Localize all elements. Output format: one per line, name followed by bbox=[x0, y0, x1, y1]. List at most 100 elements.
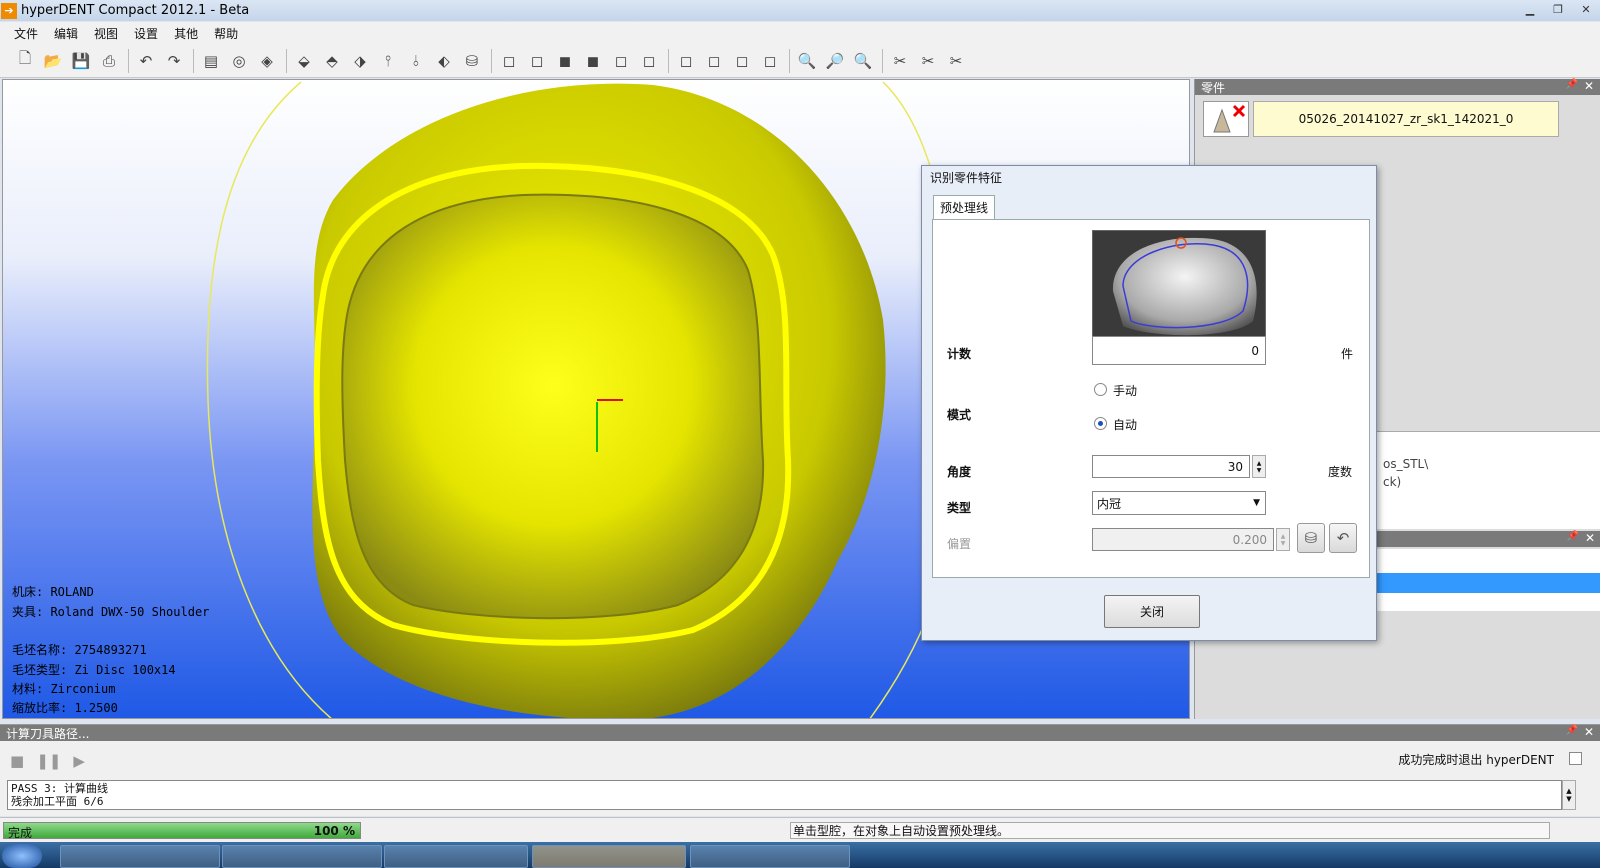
minimize-icon[interactable]: ▁ bbox=[1516, 0, 1544, 18]
new-file-icon[interactable]: 🗋 bbox=[12, 48, 38, 74]
menu-settings[interactable]: 设置 bbox=[126, 25, 166, 42]
undo-icon[interactable]: ↶ bbox=[133, 48, 159, 74]
zoom-fit-icon[interactable]: 🔎 bbox=[822, 48, 848, 74]
open-folder-icon[interactable]: 📂 bbox=[40, 48, 66, 74]
view-top-icon[interactable]: ◼ bbox=[552, 48, 578, 74]
angle-field[interactable]: 30 bbox=[1092, 455, 1250, 478]
mode-manual-label[interactable]: 手动 bbox=[1113, 382, 1137, 399]
reset-icon[interactable]: ↶ bbox=[1329, 523, 1357, 553]
pin-icon[interactable]: 📌 bbox=[1567, 531, 1579, 542]
close-panel-icon[interactable]: ✕ bbox=[1585, 531, 1595, 545]
part-name[interactable]: 05026_20141027_zr_sk1_142021_0 bbox=[1253, 101, 1559, 137]
parts-panel-header: 零件 📌 ✕ bbox=[1195, 79, 1600, 95]
angle-label: 角度 bbox=[947, 465, 972, 479]
taskbar-item[interactable] bbox=[60, 845, 220, 868]
progress-fill bbox=[4, 823, 360, 838]
view-back-icon[interactable]: ◻ bbox=[524, 48, 550, 74]
toolpath-panel-title: 计算刀具路径... bbox=[6, 726, 90, 741]
close-panel-icon[interactable]: ✕ bbox=[1584, 79, 1594, 93]
exit-on-complete-label: 成功完成时退出 hyperDENT bbox=[1398, 753, 1554, 767]
remove-tooth-icon[interactable]: ⬘ bbox=[319, 48, 345, 74]
redo-icon[interactable]: ↷ bbox=[161, 48, 187, 74]
disc-layout-icon[interactable]: ⛁ bbox=[459, 48, 485, 74]
stop-icon[interactable]: ■ bbox=[10, 752, 24, 770]
pin-icon[interactable]: 📌 bbox=[1566, 79, 1578, 90]
view-left-icon[interactable]: ◻ bbox=[608, 48, 634, 74]
remove-sprue-icon[interactable]: ⫰ bbox=[403, 48, 429, 74]
log-output: PASS 3: 计算曲线 残余加工平面 6/6 bbox=[7, 780, 1562, 810]
pause-icon[interactable]: ❚❚ bbox=[36, 752, 61, 770]
angle-spinner[interactable]: ▲ ▼ bbox=[1252, 455, 1266, 478]
restore-icon[interactable]: ❐ bbox=[1544, 0, 1572, 18]
view-iso1-icon[interactable]: ◻ bbox=[673, 48, 699, 74]
view-bottom-icon[interactable]: ◼ bbox=[580, 48, 606, 74]
close-button[interactable]: 关闭 bbox=[1104, 595, 1200, 628]
type-select[interactable]: 内冠 ▼ bbox=[1092, 491, 1266, 515]
mode-auto-label[interactable]: 自动 bbox=[1113, 416, 1137, 433]
zoom-window-icon[interactable]: 🔍 bbox=[850, 48, 876, 74]
mode-manual-radio[interactable] bbox=[1094, 383, 1107, 396]
close-window-icon[interactable]: ✕ bbox=[1572, 0, 1600, 18]
fixture-icon[interactable]: ▤ bbox=[198, 48, 224, 74]
close-panel-icon[interactable]: ✕ bbox=[1584, 725, 1594, 739]
offset-spinner[interactable]: ▲ ▼ bbox=[1276, 528, 1290, 551]
print-icon[interactable]: ⎙ bbox=[96, 48, 122, 74]
menu-file[interactable]: 文件 bbox=[6, 25, 46, 42]
toolpath-2-icon[interactable]: ✂ bbox=[915, 48, 941, 74]
part-item[interactable]: 05026_20141027_zr_sk1_142021_0 bbox=[1203, 101, 1559, 137]
add-part-icon[interactable]: ◈ bbox=[254, 48, 280, 74]
mode-auto-radio[interactable] bbox=[1094, 417, 1107, 430]
save-icon[interactable]: 💾 bbox=[68, 48, 94, 74]
toolbar-separator bbox=[668, 48, 669, 73]
type-label: 类型 bbox=[947, 501, 972, 515]
toolbar: 🗋 📂 💾 ⎙ ↶ ↷ ▤ ◎ ◈ ⬙ ⬘ ⬗ ⫯ ⫰ ⬖ ⛁ ◻ ◻ ◼ ◼ … bbox=[0, 44, 1600, 78]
progress-bar: 完成 100 % bbox=[3, 822, 361, 840]
preview-tooth-image bbox=[1093, 231, 1265, 337]
taskbar-item[interactable] bbox=[690, 845, 850, 868]
play-icon[interactable]: ▶ bbox=[73, 752, 85, 770]
taskbar bbox=[0, 842, 1600, 868]
menu-other[interactable]: 其他 bbox=[166, 25, 206, 42]
view-iso2-icon[interactable]: ◻ bbox=[701, 48, 727, 74]
chevron-down-icon: ▼ bbox=[1253, 498, 1260, 508]
material-info: 材料: Zirconium bbox=[12, 682, 116, 696]
remove-part-icon[interactable]: ⬖ bbox=[431, 48, 457, 74]
menu-edit[interactable]: 编辑 bbox=[46, 25, 86, 42]
count-unit: 件 bbox=[1341, 347, 1354, 361]
tab-prep-line[interactable]: 预处理线 bbox=[933, 195, 995, 219]
offset-field[interactable]: 0.200 bbox=[1092, 528, 1274, 551]
log-line: 残余加工平面 6/6 bbox=[11, 795, 104, 808]
view-iso4-icon[interactable]: ◻ bbox=[757, 48, 783, 74]
check-sprue-icon[interactable]: ⫯ bbox=[375, 48, 401, 74]
taskbar-item-active[interactable] bbox=[532, 845, 686, 868]
load-tooth-icon[interactable]: ⬙ bbox=[291, 48, 317, 74]
view-front-icon[interactable]: ◻ bbox=[496, 48, 522, 74]
start-icon[interactable] bbox=[2, 844, 42, 868]
toolpath-1-icon[interactable]: ✂ bbox=[887, 48, 913, 74]
toolbar-separator bbox=[789, 48, 790, 73]
pin-icon[interactable]: 📌 bbox=[1566, 725, 1578, 736]
tooth-icon[interactable]: ⬗ bbox=[347, 48, 373, 74]
toolpath-3-icon[interactable]: ✂ bbox=[943, 48, 969, 74]
menu-view[interactable]: 视图 bbox=[86, 25, 126, 42]
log-scrollbar[interactable]: ▲ ▼ bbox=[1562, 780, 1576, 810]
menu-help[interactable]: 帮助 bbox=[206, 25, 246, 42]
taskbar-item[interactable] bbox=[384, 845, 528, 868]
mode-label: 模式 bbox=[947, 408, 972, 422]
status-message: 单击型腔，在对象上自动设置预处理线。 bbox=[790, 822, 1550, 839]
angle-unit: 度数 bbox=[1328, 465, 1353, 479]
zoom-icon[interactable]: 🔍 bbox=[794, 48, 820, 74]
view-iso3-icon[interactable]: ◻ bbox=[729, 48, 755, 74]
type-select-value: 内冠 bbox=[1097, 496, 1122, 511]
blank-name-info: 毛坯名称: 2754893271 bbox=[12, 643, 147, 657]
disc-icon[interactable]: ⛁ bbox=[1297, 523, 1325, 553]
count-field[interactable]: 0 bbox=[1092, 336, 1266, 365]
taskbar-item[interactable] bbox=[222, 845, 382, 868]
toolpath-panel: 计算刀具路径... 📌 ✕ ■ ❚❚ ▶ 成功完成时退出 hyperDENT P… bbox=[0, 724, 1600, 816]
blank-disc-icon[interactable]: ◎ bbox=[226, 48, 252, 74]
view-right-icon[interactable]: ◻ bbox=[636, 48, 662, 74]
progress-unit: % bbox=[342, 824, 355, 838]
exit-on-complete-checkbox[interactable] bbox=[1569, 752, 1582, 765]
preview-image bbox=[1092, 230, 1266, 338]
status-bar: 完成 100 % 单击型腔，在对象上自动设置预处理线。 bbox=[0, 817, 1600, 842]
